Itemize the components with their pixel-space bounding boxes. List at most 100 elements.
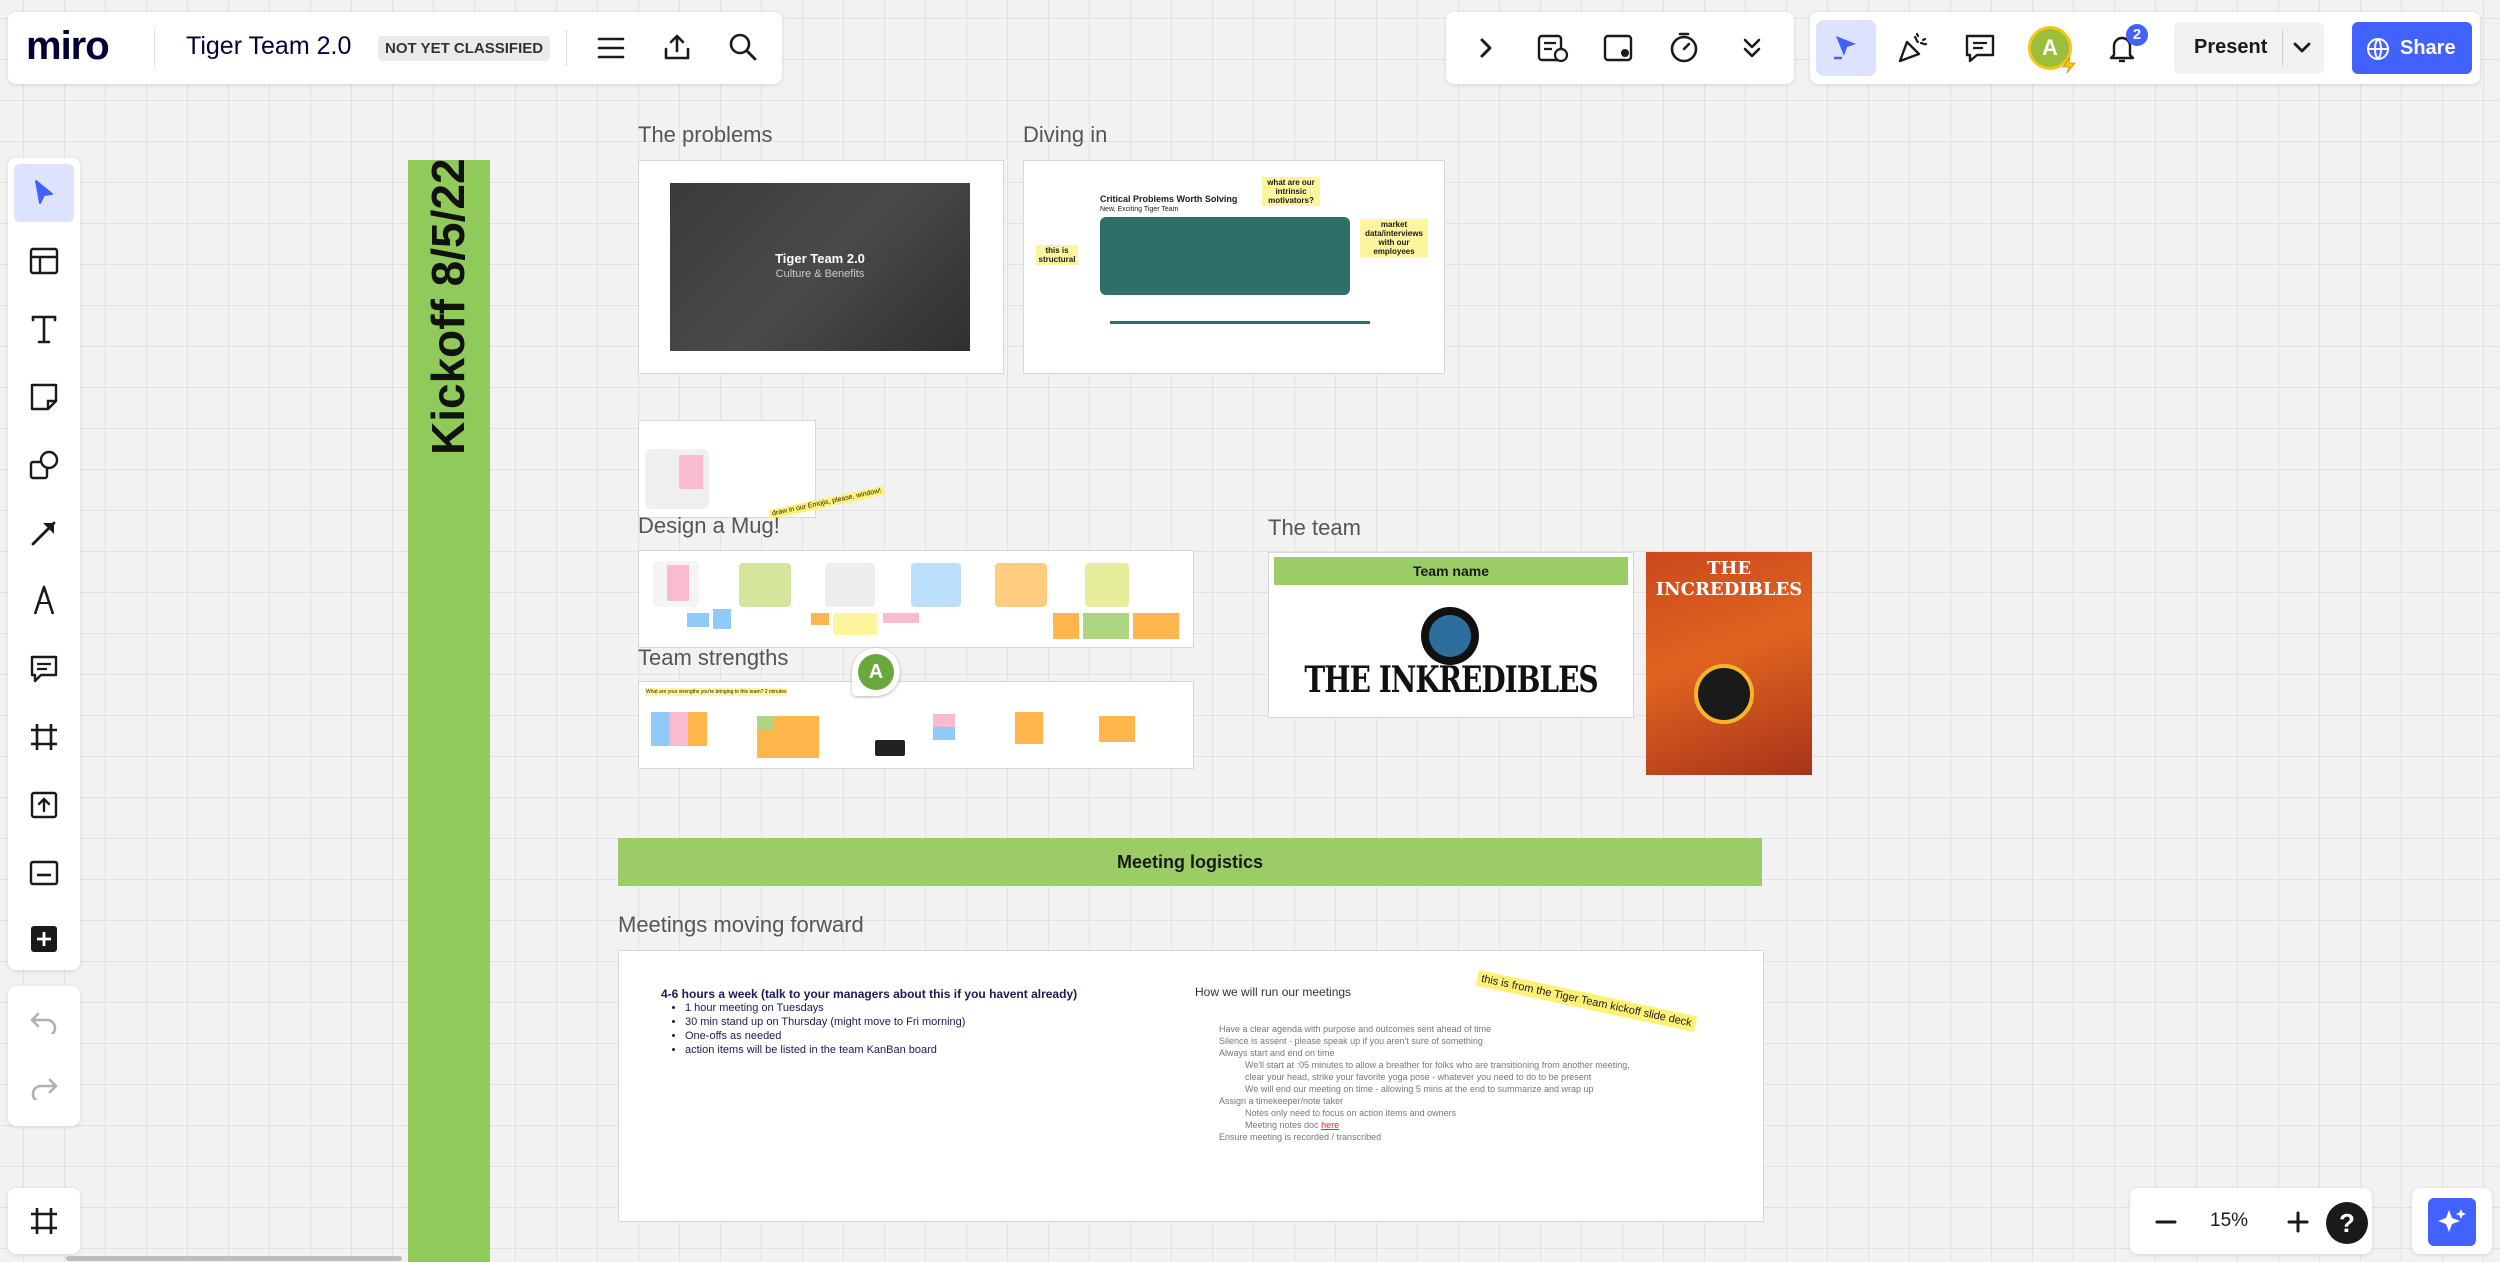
sticky-note[interactable] xyxy=(1083,613,1129,639)
sticky-note[interactable] xyxy=(1015,712,1043,744)
upload-icon[interactable] xyxy=(14,776,74,834)
frame-label-strengths[interactable]: Team strengths xyxy=(638,645,788,671)
menu-icon[interactable] xyxy=(590,28,632,68)
present-button[interactable]: Present xyxy=(2174,22,2324,74)
sparkle-icon[interactable] xyxy=(2428,1198,2476,1246)
add-icon[interactable] xyxy=(14,910,74,968)
top-left-panel: miro Tiger Team 2.0 NOT YET CLASSIFIED xyxy=(8,12,782,84)
zoom-level[interactable]: 15% xyxy=(2210,1210,2248,1232)
undo-redo-panel xyxy=(8,986,80,1126)
frame-label-mug[interactable]: Design a Mug! xyxy=(638,513,780,539)
sticky-note[interactable] xyxy=(757,716,773,730)
diving-note-structural[interactable]: this is structural xyxy=(1036,245,1078,265)
text-icon[interactable] xyxy=(14,300,74,358)
card-board-icon[interactable] xyxy=(1596,26,1640,70)
divider xyxy=(2282,30,2283,66)
diving-note-motivators[interactable]: what are our intrinsic motivators? xyxy=(1262,177,1320,206)
kickoff-banner[interactable]: Kickoff 8/5/22 xyxy=(408,158,490,1262)
mug-6[interactable] xyxy=(1085,563,1129,607)
sticky-note[interactable] xyxy=(1099,716,1135,742)
shapes-icon[interactable] xyxy=(14,436,74,494)
kickoff-banner-text: Kickoff 8/5/22 xyxy=(422,158,474,455)
list-item: We'll start at :05 minutes to allow a br… xyxy=(1245,1060,1630,1070)
frame-icon[interactable] xyxy=(14,708,74,766)
meetings-left-title: 4-6 hours a week (talk to your managers … xyxy=(661,987,1078,1001)
sticky-note[interactable] xyxy=(687,613,709,627)
strengths-prompt: What are your strengths you're bringing … xyxy=(645,688,788,696)
meetings-right-title: How we will run our meetings xyxy=(1195,985,1352,999)
cursor-tracking-icon[interactable] xyxy=(1816,20,1876,76)
line-arrow-icon[interactable] xyxy=(14,504,74,562)
incredibles-poster[interactable]: THE INCREDIBLES xyxy=(1646,552,1812,775)
frame-meetings[interactable]: 4-6 hours a week (talk to your managers … xyxy=(618,950,1764,1222)
poster-emblem-icon xyxy=(1694,664,1754,724)
export-icon[interactable] xyxy=(656,26,698,68)
chevron-right-icon[interactable] xyxy=(1466,28,1506,68)
meeting-logistics-bar[interactable]: Meeting logistics xyxy=(618,838,1762,886)
timer-icon[interactable] xyxy=(1662,26,1706,70)
diving-title: Critical Problems Worth Solving xyxy=(1100,194,1238,204)
frame-label-diving[interactable]: Diving in xyxy=(1023,122,1107,148)
undo-icon[interactable] xyxy=(14,994,74,1050)
comment-icon[interactable] xyxy=(14,640,74,698)
sticky-note[interactable] xyxy=(883,613,919,623)
redo-icon[interactable] xyxy=(14,1060,74,1116)
celebrate-icon[interactable] xyxy=(1890,26,1934,70)
mug-instructions-card[interactable] xyxy=(638,420,816,518)
frame-label-problems[interactable]: The problems xyxy=(638,122,773,148)
sticky-note[interactable] xyxy=(713,609,731,629)
chevron-down-icon[interactable] xyxy=(2292,40,2312,56)
search-icon[interactable] xyxy=(722,26,764,68)
select-icon[interactable] xyxy=(14,164,74,222)
list-item: Silence is assent - please speak up if y… xyxy=(1219,1036,1483,1046)
list-item: 1 hour meeting on Tuesdays xyxy=(685,1001,965,1015)
zoom-out-icon[interactable] xyxy=(2144,1200,2188,1244)
frame-label-meetings[interactable]: Meetings moving forward xyxy=(618,912,864,938)
sticky-note[interactable] xyxy=(833,613,877,635)
sticky-note[interactable] xyxy=(1133,613,1179,639)
frame-problems[interactable]: Tiger Team 2.0 Culture & Benefits xyxy=(638,160,1004,374)
mug-3[interactable] xyxy=(825,563,875,607)
sticky-note[interactable] xyxy=(651,712,707,746)
notes-doc-link[interactable]: here xyxy=(1321,1120,1339,1130)
timer-board-icon[interactable] xyxy=(1530,26,1574,70)
list-item: We will end our meeting on time - allowi… xyxy=(1245,1084,1594,1094)
team-name-header: Team name xyxy=(1274,557,1628,585)
frame-label-team[interactable]: The team xyxy=(1268,515,1361,541)
templates-icon[interactable] xyxy=(14,232,74,290)
miro-logo[interactable]: miro xyxy=(26,24,110,69)
avatar-letter: A xyxy=(2042,35,2058,60)
lightning-badge-icon xyxy=(2060,56,2078,74)
pen-icon[interactable] xyxy=(14,572,74,630)
card-icon[interactable] xyxy=(14,844,74,902)
frame-strengths[interactable]: What are your strengths you're bringing … xyxy=(638,681,1194,769)
frame-diving[interactable]: Critical Problems Worth Solving New, Exc… xyxy=(1023,160,1445,374)
meetings-left-list: 1 hour meeting on Tuesdays 30 min stand … xyxy=(661,1001,965,1057)
mug-4[interactable] xyxy=(911,563,961,607)
sticky-note[interactable] xyxy=(933,714,955,740)
zoom-in-icon[interactable] xyxy=(2276,1200,2320,1244)
sticky-note[interactable] xyxy=(811,613,829,625)
diving-note-market[interactable]: market data/interviews with our employee… xyxy=(1360,219,1428,257)
sticky-note[interactable] xyxy=(667,565,689,601)
notification-badge: 2 xyxy=(2126,24,2148,46)
help-icon[interactable]: ? xyxy=(2326,1202,2368,1244)
poster-title: THE INCREDIBLES xyxy=(1655,558,1803,600)
list-item: clear your head, strike your favorite yo… xyxy=(1245,1072,1592,1082)
frame-mug[interactable] xyxy=(638,550,1194,648)
chevron-double-down-icon[interactable] xyxy=(1730,26,1774,70)
horizontal-scrollbar[interactable] xyxy=(66,1256,402,1261)
list-item: action items will be listed in the team … xyxy=(685,1043,965,1057)
zoom-panel: 15% ? xyxy=(2130,1188,2372,1254)
classification-badge[interactable]: NOT YET CLASSIFIED xyxy=(378,36,551,61)
frame-team[interactable]: Team name THE INKREDIBLES xyxy=(1268,552,1634,718)
sticky-note-icon[interactable] xyxy=(14,368,74,426)
sticky-note[interactable] xyxy=(1053,613,1079,639)
mug-2[interactable] xyxy=(739,563,791,607)
share-button[interactable]: Share xyxy=(2352,22,2472,74)
present-label: Present xyxy=(2194,36,2268,58)
comments-icon[interactable] xyxy=(1958,26,2002,70)
mug-5[interactable] xyxy=(995,563,1047,607)
frames-list-icon[interactable] xyxy=(14,1193,74,1249)
board-title[interactable]: Tiger Team 2.0 xyxy=(186,32,351,61)
